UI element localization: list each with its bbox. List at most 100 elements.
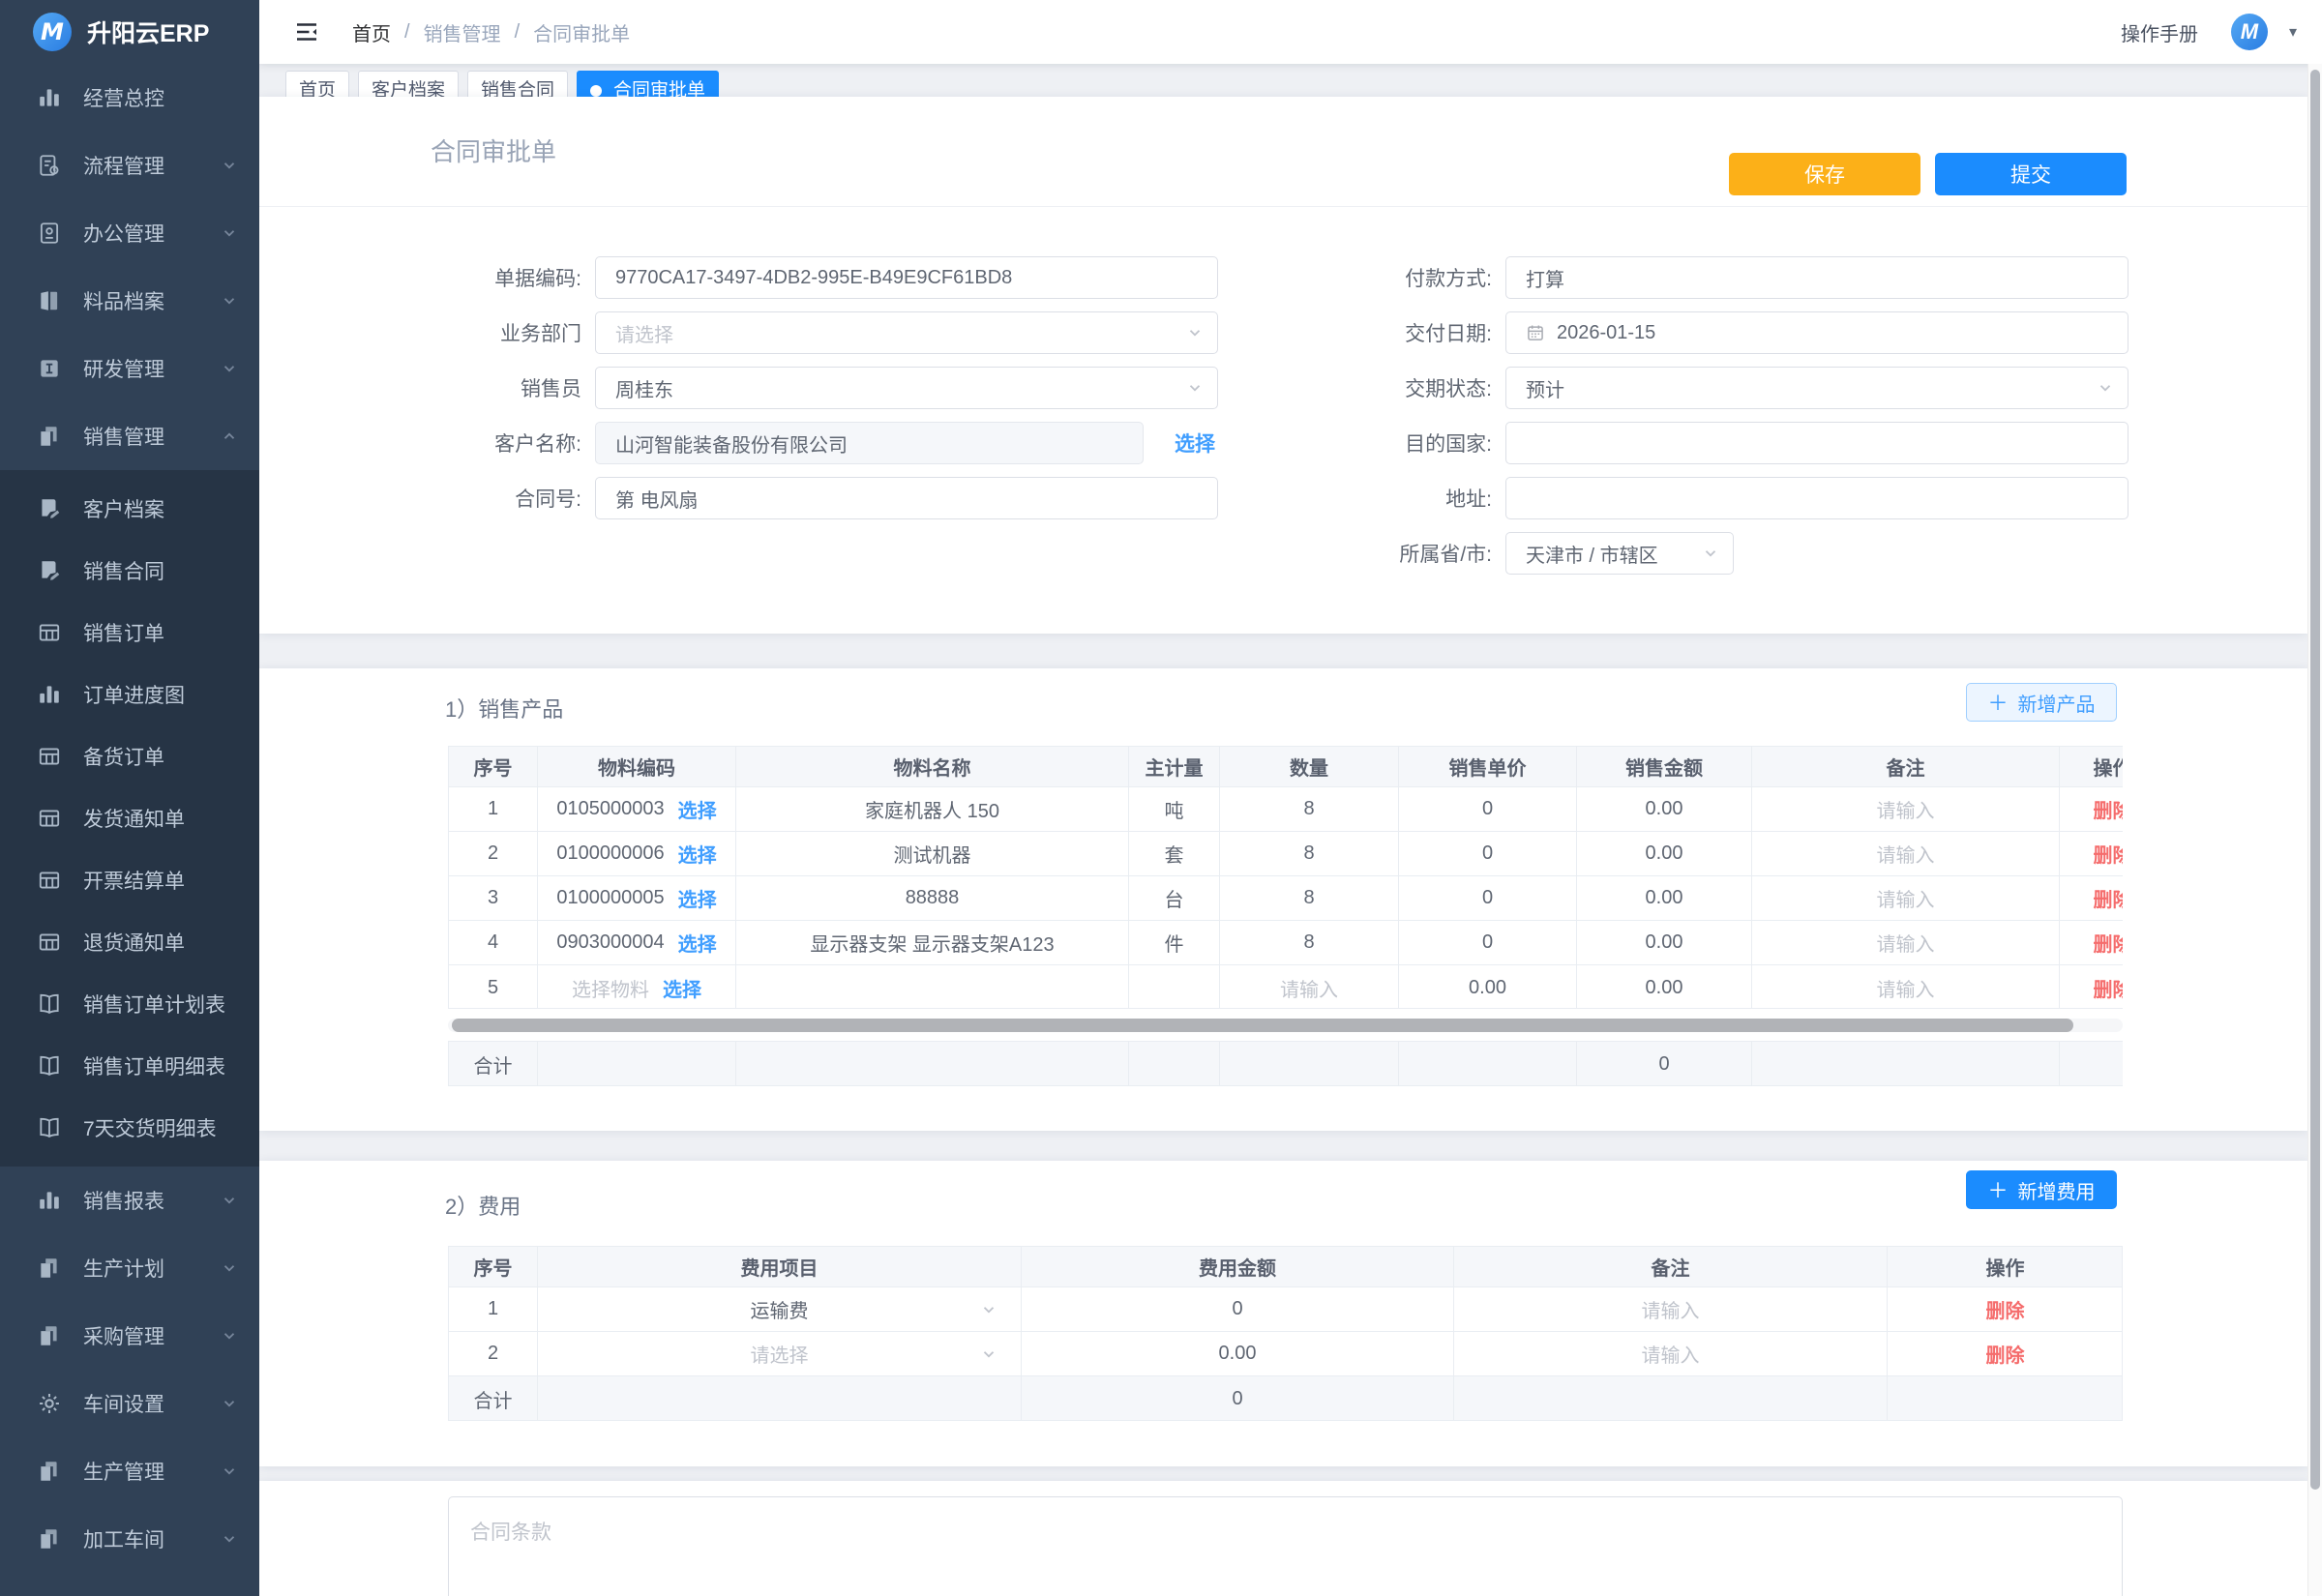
address-field[interactable] [1505, 477, 2128, 519]
choose-customer-link[interactable]: 选择 [1175, 429, 1215, 458]
salesperson-select[interactable]: 周桂东 [595, 367, 1218, 409]
quantity-cell[interactable]: 8 [1220, 921, 1399, 965]
quantity-cell[interactable]: 8 [1220, 832, 1399, 876]
fee-amount-cell[interactable]: 0 [1022, 1287, 1454, 1332]
submit-button[interactable]: 提交 [1935, 153, 2127, 195]
sidebar-item[interactable]: 销售订单计划表 [0, 973, 259, 1035]
delivery-status-select[interactable]: 预计 [1505, 367, 2128, 409]
quantity-cell[interactable]: 8 [1220, 787, 1399, 832]
material-code-cell[interactable]: 0903000004选择 [538, 921, 736, 965]
delete-row-link[interactable]: 删除 [2094, 795, 2124, 823]
contract-terms-textarea[interactable]: 合同条款 [448, 1496, 2123, 1596]
sidebar-item[interactable]: 采购管理 [0, 1302, 259, 1370]
select-material-link[interactable]: 选择 [678, 929, 717, 957]
unit-price-cell[interactable]: 0 [1399, 921, 1577, 965]
sidebar-item[interactable]: 开票结算单 [0, 849, 259, 911]
province-city-select[interactable]: 天津市 / 市辖区 [1505, 532, 1734, 575]
unit-price-cell[interactable]: 0 [1399, 787, 1577, 832]
fee-item-select[interactable]: 请选择 [538, 1332, 1022, 1376]
sidebar-item[interactable]: 办公管理 [0, 199, 259, 267]
remark-cell[interactable]: 请输入 [1454, 1332, 1888, 1376]
operation-manual-link[interactable]: 操作手册 [2121, 18, 2198, 46]
sidebar-item[interactable]: 退货通知单 [0, 911, 259, 973]
sidebar-item[interactable]: 加工车间 [0, 1505, 259, 1573]
select-material-link[interactable]: 选择 [678, 795, 717, 823]
select-material-link[interactable]: 选择 [678, 884, 717, 912]
breadcrumb-home[interactable]: 首页 [352, 18, 391, 46]
sidebar-item[interactable]: 生产计划 [0, 1234, 259, 1302]
products-hscrollbar[interactable] [448, 1019, 2123, 1032]
rnd-icon [37, 356, 62, 381]
material-name-cell: 测试机器 [736, 832, 1129, 876]
unit-price-cell[interactable]: 0.00 [1399, 965, 1577, 1009]
select-material-link[interactable]: 选择 [678, 840, 717, 868]
empty-cell [1129, 1042, 1220, 1086]
material-code-cell[interactable]: 选择物料选择 [538, 965, 736, 1009]
delete-row-link[interactable]: 删除 [2094, 929, 2124, 957]
sidebar-item[interactable]: 车间设置 [0, 1370, 259, 1437]
active-tab-dot [590, 85, 602, 97]
material-code-cell[interactable]: 0100000005选择 [538, 876, 736, 921]
empty-cell [1399, 1042, 1577, 1086]
fee-row: 1运输费0请输入删除 [449, 1287, 2123, 1332]
unit-price-cell[interactable]: 0 [1399, 876, 1577, 921]
destination-country-field[interactable] [1505, 422, 2128, 464]
unit-price-cell[interactable]: 0 [1399, 832, 1577, 876]
quantity-cell[interactable]: 请输入 [1220, 965, 1399, 1009]
breadcrumb-sales[interactable]: 销售管理 [424, 18, 501, 46]
add-product-button[interactable]: ＋ 新增产品 [1966, 683, 2117, 722]
form-row: 所属省/市:天津市 / 市辖区 [1335, 532, 2128, 575]
page-vscrollbar-thumb[interactable] [2310, 70, 2320, 1490]
sidebar-item[interactable]: 客户档案 [0, 478, 259, 540]
sidebar-item[interactable]: 销售报表 [0, 1167, 259, 1234]
remark-cell[interactable]: 请输入 [1454, 1287, 1888, 1332]
products-total-row: 合计0 [448, 1041, 2123, 1086]
sidebar-item[interactable]: 销售订单明细表 [0, 1035, 259, 1097]
business-dept-select[interactable]: 请选择 [595, 311, 1218, 354]
chevron-down-icon [221, 1259, 238, 1277]
chevron-down-icon [221, 360, 238, 377]
sidebar-item[interactable]: 生产管理 [0, 1437, 259, 1505]
save-button[interactable]: 保存 [1729, 153, 1920, 195]
chevron-down-icon[interactable]: ▾ [2289, 22, 2297, 42]
fee-amount-cell[interactable]: 0.00 [1022, 1332, 1454, 1376]
sidebar-item[interactable]: 经营总控 [0, 64, 259, 132]
sidebar-item[interactable]: 销售合同 [0, 540, 259, 602]
user-avatar[interactable]: M [2231, 14, 2268, 50]
remark-cell[interactable]: 请输入 [1752, 921, 2060, 965]
payment-method-field[interactable]: 打算 [1505, 256, 2128, 299]
fee-item-select[interactable]: 运输费 [538, 1287, 1022, 1332]
sidebar-item[interactable]: 发货通知单 [0, 787, 259, 849]
sidebar-collapse-icon[interactable] [292, 17, 321, 46]
amount-cell: 0.00 [1577, 965, 1752, 1009]
sidebar-item[interactable]: 销售管理 [0, 402, 259, 470]
sidebar-item[interactable]: 销售订单 [0, 602, 259, 664]
delivery-date-field[interactable]: 2026-01-15 [1505, 311, 2128, 354]
material-code-cell[interactable]: 0105000003选择 [538, 787, 736, 832]
remark-cell[interactable]: 请输入 [1752, 876, 2060, 921]
remark-cell[interactable]: 请输入 [1752, 787, 2060, 832]
contract-no-field[interactable]: 第 电风扇 [595, 477, 1218, 519]
delete-row-link[interactable]: 删除 [2094, 974, 2124, 1002]
sidebar-item[interactable]: 料品档案 [0, 267, 259, 335]
sidebar-item[interactable]: 备货订单 [0, 725, 259, 787]
delete-row-link[interactable]: 删除 [1986, 1340, 2025, 1368]
sidebar-item[interactable]: 流程管理 [0, 132, 259, 199]
add-fee-button[interactable]: ＋ 新增费用 [1966, 1170, 2117, 1209]
quantity-cell[interactable]: 8 [1220, 876, 1399, 921]
sidebar-item[interactable]: 7天交货明细表 [0, 1097, 259, 1159]
sidebar-item[interactable]: 研发管理 [0, 335, 259, 402]
field-label: 合同号: [431, 484, 595, 513]
products-hscrollbar-thumb[interactable] [452, 1019, 2073, 1032]
delete-row-link[interactable]: 删除 [2094, 884, 2124, 912]
remark-cell[interactable]: 请输入 [1752, 965, 2060, 1009]
delete-row-link[interactable]: 删除 [2094, 840, 2124, 868]
remark-cell[interactable]: 请输入 [1752, 832, 2060, 876]
select-material-link[interactable]: 选择 [663, 974, 701, 1002]
page-vscrollbar[interactable] [2307, 64, 2322, 1596]
delete-row-link[interactable]: 删除 [1986, 1295, 2025, 1323]
material-code-cell[interactable]: 0100000006选择 [538, 832, 736, 876]
sidebar-item[interactable]: 订单进度图 [0, 664, 259, 725]
doc-code-field[interactable]: 9770CA17-3497-4DB2-995E-B49E9CF61BD8 [595, 256, 1218, 299]
fees-section-title: 2）费用 [445, 1190, 521, 1221]
